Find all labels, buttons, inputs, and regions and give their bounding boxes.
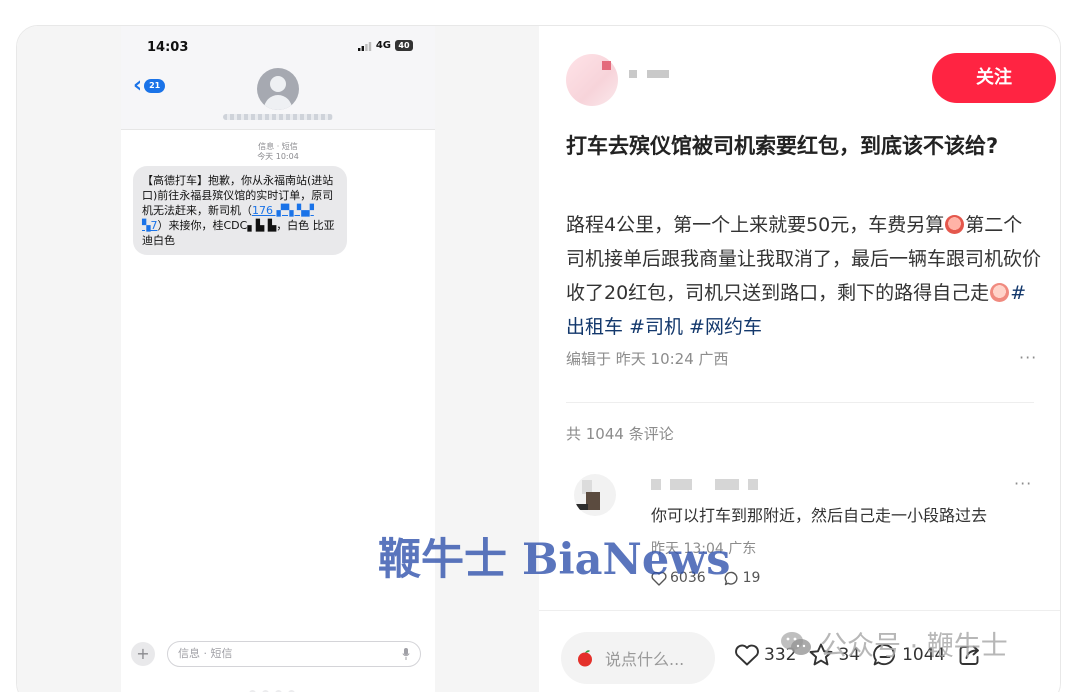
commenter-name-redacted[interactable] [651, 479, 758, 490]
plus-icon[interactable]: + [131, 642, 155, 666]
divider [566, 402, 1034, 403]
network-label: 4G [375, 40, 391, 51]
comment-input-placeholder: 说点什么... [605, 650, 685, 669]
post-body: 路程4公里，第一个上来就要50元，车费另算 第二个司机接单后跟我商量让我取消了，最… [566, 208, 1041, 344]
post-edit-info: 编辑于 昨天 10:24 广西 [566, 350, 729, 368]
battery-icon: 40 [395, 40, 413, 51]
bianews-watermark: 鞭牛士 BiaNews [378, 535, 731, 585]
sms-screenshot: 14:03 4G 40 ‹ 21 信息 · 短信 今天 10:04 【高德打车】… [121, 26, 435, 692]
message-channel: 信息 · 短信 [258, 142, 298, 151]
image-pane: 14:03 4G 40 ‹ 21 信息 · 短信 今天 10:04 【高德打车】… [17, 26, 539, 692]
compose-bar: + 信息 · 短信 [131, 638, 427, 670]
unread-badge: 21 [144, 79, 166, 93]
wechat-watermark-text: 公众号 · 鞭牛士 [820, 631, 1008, 662]
back-button[interactable]: ‹ 21 [133, 73, 166, 98]
follow-button[interactable]: 关注 [932, 53, 1056, 103]
post-detail-card: 14:03 4G 40 ‹ 21 信息 · 短信 今天 10:04 【高德打车】… [16, 25, 1061, 692]
angry-face-icon [945, 215, 965, 234]
chevron-left-icon: ‹ [133, 73, 143, 98]
sms-phone-prefix: 176 [252, 204, 273, 217]
status-indicators: 4G 40 [357, 40, 413, 51]
comment-reply-count: 19 [742, 570, 761, 586]
post-body-text-1: 路程4公里，第一个上来就要50元，车费另算 [566, 214, 945, 236]
contact-name-redacted [223, 114, 333, 120]
author-name-redacted[interactable] [629, 70, 669, 78]
sms-bubble: 【高德打车】抱歉，你从永福南站(进站口)前往永福县殡仪馆的实时订单，原司机无法赶… [133, 166, 347, 255]
wechat-icon [781, 631, 811, 655]
comment-more-icon[interactable]: ··· [1014, 474, 1032, 493]
status-time: 14:03 [147, 40, 189, 55]
tag-ride-hailing[interactable]: #网约车 [689, 316, 762, 338]
post-title: 打车去殡仪馆被司机索要红包，到底该不该给? [566, 134, 999, 158]
contact-avatar[interactable] [257, 68, 299, 110]
comment-count: 共 1044 条评论 [566, 425, 674, 443]
post-pane: 关注 打车去殡仪馆被司机索要红包，到底该不该给? 路程4公里，第一个上来就要50… [539, 26, 1060, 692]
plate-redacted: ▖▙ ▙ [247, 219, 277, 232]
message-timestamp: 信息 · 短信 今天 10:04 [121, 142, 435, 162]
signal-icon [357, 41, 372, 51]
apple-icon [578, 650, 592, 667]
comment-input[interactable]: 说点什么... [561, 632, 715, 684]
sms-text-2: ）来接你，桂CDC [157, 219, 248, 232]
sms-header: 14:03 4G 40 ‹ 21 [121, 26, 435, 130]
crying-face-icon [990, 283, 1010, 302]
heart-icon [735, 644, 759, 666]
microphone-icon[interactable] [402, 648, 410, 660]
compose-placeholder: 信息 · 短信 [178, 647, 233, 660]
bottom-divider [539, 610, 1060, 611]
author-avatar[interactable] [566, 54, 618, 106]
message-time: 今天 10:04 [257, 152, 299, 161]
wechat-watermark: 公众号 · 鞭牛士 [780, 624, 1008, 663]
commenter-avatar[interactable] [574, 474, 616, 516]
tag-driver[interactable]: #司机 [629, 316, 683, 338]
sms-compose-input[interactable]: 信息 · 短信 [167, 641, 421, 667]
post-more-icon[interactable]: ··· [1019, 348, 1037, 367]
